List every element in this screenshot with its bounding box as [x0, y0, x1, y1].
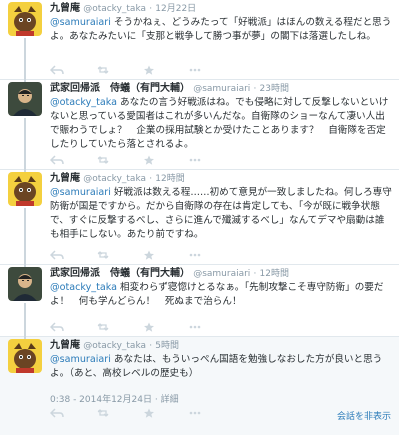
tweet-header: 九曾庵 @otacky_taka · 5時間	[50, 339, 393, 353]
thread-connector	[24, 80, 26, 82]
tweet-text: @samuraiari あなたは、もういっぺん国語を勉強しなおした方が良いと思う…	[50, 353, 393, 381]
tweet-timestamp[interactable]: 0:38 - 2014年12月24日	[50, 395, 152, 405]
avatar[interactable]	[8, 82, 42, 116]
reply-icon[interactable]	[50, 322, 64, 332]
reply-icon[interactable]	[50, 408, 64, 418]
favorite-icon[interactable]	[142, 408, 156, 418]
more-icon[interactable]	[188, 322, 202, 332]
tweet-time[interactable]: 12月22日	[155, 4, 196, 14]
thread-connector	[24, 303, 26, 337]
thread-connector	[24, 337, 26, 339]
tweet[interactable]: 武家回帰派 侍蟻（有門大輔） @samuraiari · 12時間 @otack…	[0, 265, 399, 337]
tweet[interactable]: 九曾庵 @otacky_taka · 12時間 @samuraiari 好戦派は…	[0, 170, 399, 265]
display-name[interactable]: 九曾庵	[50, 340, 80, 351]
thread-connector	[24, 170, 26, 172]
retweet-icon[interactable]	[96, 408, 110, 418]
avatar[interactable]	[8, 2, 42, 36]
tweet-text: @samuraiari 好戦派は数える程……初めて意見が一致しましたね。何しろ専…	[50, 186, 393, 242]
tweet-time[interactable]: 12時間	[155, 174, 184, 184]
retweet-icon[interactable]	[96, 65, 110, 75]
tweet-actions	[50, 64, 202, 76]
separator: ·	[253, 84, 257, 94]
tweet-text: @otacky_taka あなたの言う好戦派はね。でも侵略に対して反撃しないとい…	[50, 96, 393, 152]
details-link[interactable]: 詳細	[161, 395, 179, 405]
tweet-time[interactable]: 12時間	[260, 269, 289, 279]
separator: ·	[149, 341, 153, 351]
separator: ·	[149, 174, 153, 184]
more-icon[interactable]	[188, 65, 202, 75]
avatar[interactable]	[8, 267, 42, 301]
mention-link[interactable]: @samuraiari	[50, 354, 111, 365]
screen-name[interactable]: @otacky_taka	[83, 174, 146, 184]
separator: ·	[149, 4, 153, 14]
tweet-text: @otacky_taka 相変わらず寝惚けとるなぁ。「先制攻撃こそ専守防衛」の要…	[50, 281, 393, 309]
tweet[interactable]: 九曾庵 @otacky_taka · 12月22日 @samuraiari そう…	[0, 0, 399, 80]
retweet-icon[interactable]	[96, 322, 110, 332]
avatar[interactable]	[8, 339, 42, 373]
reply-icon[interactable]	[50, 250, 64, 260]
tweet-meta: 0:38 - 2014年12月24日 · 詳細	[50, 392, 179, 405]
mention-link[interactable]: @samuraiari	[50, 17, 111, 28]
retweet-icon[interactable]	[96, 155, 110, 165]
tweet-actions	[50, 154, 202, 166]
screen-name[interactable]: @samuraiari	[193, 84, 250, 94]
tweet-actions	[50, 249, 202, 261]
retweet-icon[interactable]	[96, 250, 110, 260]
tweet-time[interactable]: 23時間	[260, 84, 289, 94]
tweet-actions	[50, 321, 202, 333]
mention-link[interactable]: @otacky_taka	[50, 97, 117, 108]
thread-connector	[24, 38, 26, 80]
favorite-icon[interactable]	[142, 65, 156, 75]
display-name[interactable]: 九曾庵	[50, 173, 80, 184]
more-icon[interactable]	[188, 155, 202, 165]
more-icon[interactable]	[188, 408, 202, 418]
display-name[interactable]: 九曾庵	[50, 3, 80, 14]
tweet-header: 九曾庵 @otacky_taka · 12時間	[50, 172, 393, 186]
tweet[interactable]: 武家回帰派 侍蟻（有門大輔） @samuraiari · 23時間 @otack…	[0, 80, 399, 170]
tweet[interactable]: 九曾庵 @otacky_taka · 5時間 @samuraiari あなたは、…	[0, 337, 399, 435]
screen-name[interactable]: @otacky_taka	[83, 341, 146, 351]
hide-conversation-link[interactable]: 会話を非表示	[337, 409, 391, 422]
favorite-icon[interactable]	[142, 250, 156, 260]
separator: ·	[253, 269, 257, 279]
favorite-icon[interactable]	[142, 155, 156, 165]
reply-icon[interactable]	[50, 65, 64, 75]
screen-name[interactable]: @samuraiari	[193, 269, 250, 279]
reply-icon[interactable]	[50, 155, 64, 165]
thread-connector	[24, 208, 26, 265]
tweet-header: 武家回帰派 侍蟻（有門大輔） @samuraiari · 12時間	[50, 267, 393, 281]
tweet-actions	[50, 407, 202, 419]
tweet-header: 武家回帰派 侍蟻（有門大輔） @samuraiari · 23時間	[50, 82, 393, 96]
mention-link[interactable]: @otacky_taka	[50, 282, 117, 293]
tweet-time[interactable]: 5時間	[155, 341, 179, 351]
screen-name[interactable]: @otacky_taka	[83, 4, 146, 14]
thread-connector	[24, 265, 26, 267]
mention-link[interactable]: @samuraiari	[50, 187, 111, 198]
display-name[interactable]: 武家回帰派 侍蟻（有門大輔）	[50, 268, 190, 279]
conversation-thread: 九曾庵 @otacky_taka · 12月22日 @samuraiari そう…	[0, 0, 399, 435]
avatar[interactable]	[8, 172, 42, 206]
more-icon[interactable]	[188, 250, 202, 260]
tweet-header: 九曾庵 @otacky_taka · 12月22日	[50, 2, 393, 16]
thread-connector	[24, 118, 26, 170]
display-name[interactable]: 武家回帰派 侍蟻（有門大輔）	[50, 83, 190, 94]
tweet-text: @samuraiari そうかねぇ、どうみたって「好戦派」はほんの数える程だと思…	[50, 16, 393, 44]
favorite-icon[interactable]	[142, 322, 156, 332]
